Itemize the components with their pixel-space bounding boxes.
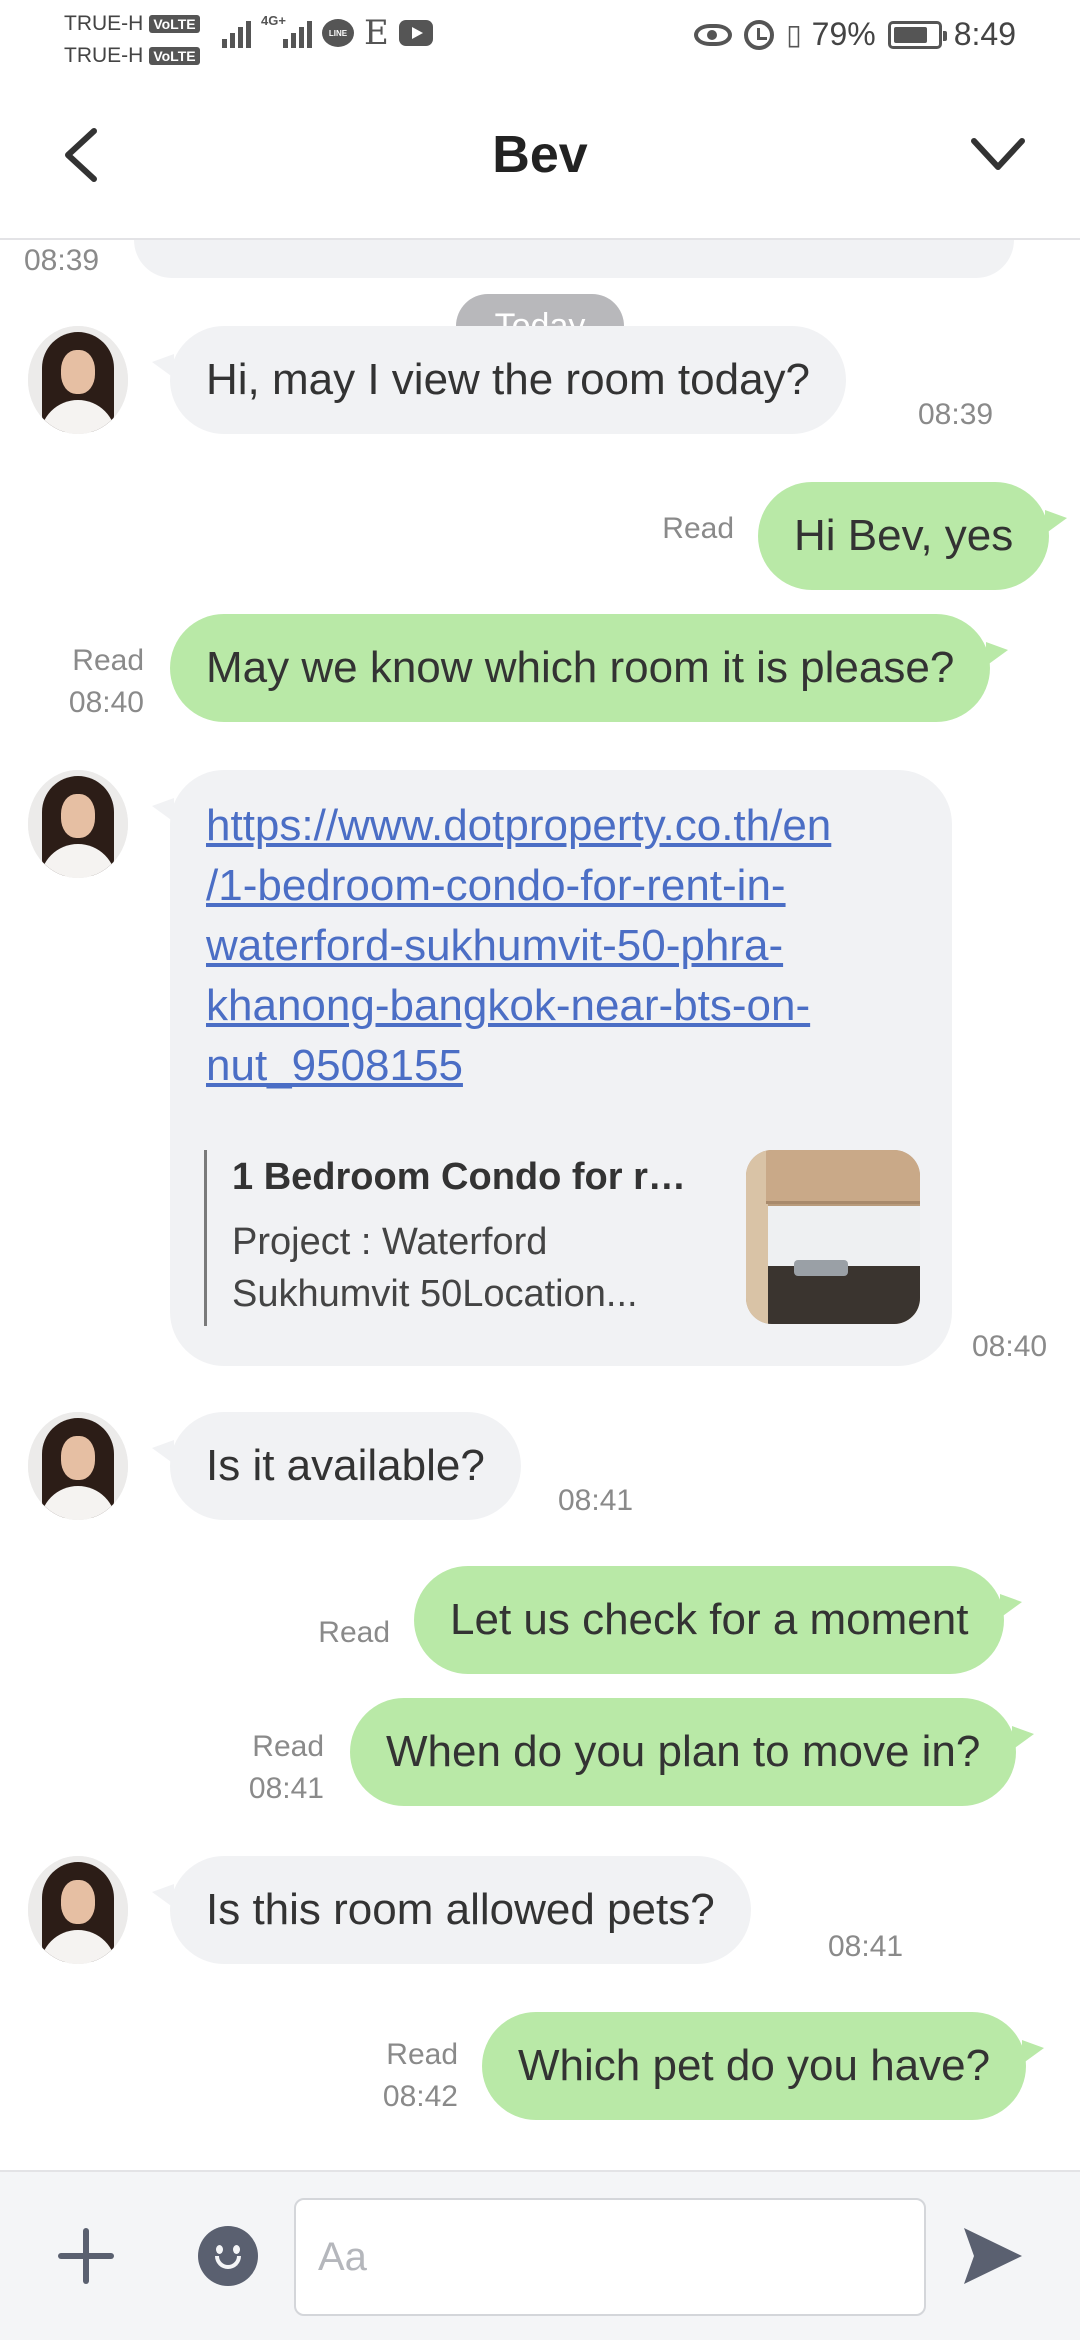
message-time: 08:39 (918, 398, 994, 431)
e-app-icon: E (364, 13, 389, 53)
preview-desc-line: Sukhumvit 50Location... (232, 1273, 638, 1315)
read-receipt: Read (318, 1616, 390, 1649)
youtube-icon (398, 20, 433, 46)
message-time: 08:40 (972, 1330, 1048, 1363)
plus-icon[interactable] (58, 2228, 114, 2284)
status-icons-left: 4G+ LINE E (222, 13, 433, 53)
clock: 8:49 (953, 16, 1016, 52)
read-receipt: Read (72, 644, 144, 677)
signal-4g-icon: 4G+ (261, 14, 312, 48)
message-time: 08:39 (24, 244, 100, 277)
preview-accent-bar (204, 1150, 207, 1326)
menu-button[interactable] (968, 131, 1028, 177)
volte-badge: VoLTE (149, 47, 200, 65)
line-app-icon: LINE (322, 19, 354, 47)
message-bubble-outgoing[interactable]: When do you plan to move in? (350, 1698, 1035, 1806)
message-time: 08:41 (248, 1772, 324, 1805)
preview-thumbnail[interactable] (746, 1150, 920, 1324)
send-button[interactable] (960, 2224, 1026, 2288)
message-bubble-incoming[interactable]: Hi, may I view the room today? (151, 326, 847, 434)
chat-header: Bev (0, 75, 1080, 240)
message-bubble-incoming[interactable]: Is it available? (152, 1412, 521, 1520)
carrier-1: TRUE-H VoLTE (64, 8, 200, 40)
chat-area[interactable]: 08:39 Today Hi, may I view the room toda… (0, 240, 1080, 2170)
battery-percent: 79% (811, 16, 876, 52)
message-text: Is it available? (206, 1441, 485, 1490)
preview-desc-line: Project : Waterford (232, 1221, 548, 1263)
read-receipt: Read (662, 512, 734, 545)
carrier-1-name: TRUE-H (64, 12, 144, 35)
message-time: 08:41 (828, 1930, 904, 1963)
volte-badge: VoLTE (149, 15, 200, 33)
message-bubble-outgoing[interactable]: Hi Bev, yes (758, 482, 1068, 590)
read-receipt: Read (386, 2038, 458, 2071)
message-time: 08:40 (68, 686, 144, 719)
chevron-down-icon (971, 138, 1025, 170)
message-link[interactable]: https://www.dotproperty.co.th/en /1-bedr… (206, 796, 916, 1096)
link-line[interactable]: /1-bedroom-condo-for-rent-in- (206, 856, 916, 916)
avatar[interactable] (28, 770, 128, 878)
link-preview-card[interactable]: 1 Bedroom Condo for rent in Waterford Su… (204, 1150, 920, 1326)
alarm-icon (744, 19, 775, 50)
eye-icon (694, 23, 733, 46)
link-line[interactable]: https://www.dotproperty.co.th/en (206, 796, 916, 856)
message-text: Is this room allowed pets? (206, 1885, 715, 1934)
message-bubble-outgoing[interactable]: May we know which room it is please? (170, 614, 1009, 722)
link-line[interactable]: khanong-bangkok-near-bts-on- (206, 976, 916, 1036)
link-line[interactable]: nut_9508155 (206, 1036, 916, 1096)
message-time: 08:42 (382, 2080, 458, 2113)
avatar[interactable] (28, 1412, 128, 1520)
emoji-icon[interactable] (198, 2226, 258, 2286)
message-time: 08:41 (558, 1484, 634, 1517)
signal-icon (222, 18, 251, 48)
link-message-bubble[interactable]: https://www.dotproperty.co.th/en /1-bedr… (152, 770, 952, 1366)
battery-fill (893, 26, 927, 43)
read-receipt: Read (252, 1730, 324, 1763)
message-input[interactable] (294, 2198, 926, 2316)
status-icons-right: ▯ 79% 8:49 (694, 16, 1016, 53)
link-line[interactable]: waterford-sukhumvit-50-phra- (206, 916, 916, 976)
message-text: Let us check for a moment (450, 1595, 969, 1644)
message-text: Hi, may I view the room today? (206, 355, 811, 404)
send-icon (964, 2228, 1022, 2284)
avatar[interactable] (28, 1856, 128, 1964)
carrier-info: TRUE-H VoLTE TRUE-H VoLTE (64, 8, 200, 72)
message-bubble-outgoing[interactable]: Let us check for a moment (414, 1566, 1023, 1674)
network-tag: 4G+ (261, 13, 286, 28)
carrier-2: TRUE-H VoLTE (64, 40, 200, 72)
vibrate-icon: ▯ (786, 19, 801, 50)
message-input-bar (0, 2170, 1080, 2340)
chat-title: Bev (492, 126, 588, 184)
message-text: Which pet do you have? (518, 2041, 991, 2090)
message-text: When do you plan to move in? (386, 1727, 981, 1776)
battery-icon (887, 20, 947, 49)
previous-message-bubble[interactable] (134, 240, 1014, 278)
carrier-2-name: TRUE-H (64, 44, 144, 67)
message-text: May we know which room it is please? (206, 643, 955, 692)
message-bubble-outgoing[interactable]: Which pet do you have? (482, 2012, 1045, 2120)
avatar[interactable] (28, 326, 128, 434)
preview-description: Project : Waterford Sukhumvit 50Location… (232, 1216, 702, 1320)
message-text: Hi Bev, yes (794, 511, 1014, 560)
message-bubble-incoming[interactable]: Is this room allowed pets? (152, 1856, 751, 1964)
status-bar: TRUE-H VoLTE TRUE-H VoLTE 4G+ LINE E ▯ 7… (0, 0, 1080, 75)
preview-title: 1 Bedroom Condo for rent in Waterford Su… (232, 1156, 702, 1198)
